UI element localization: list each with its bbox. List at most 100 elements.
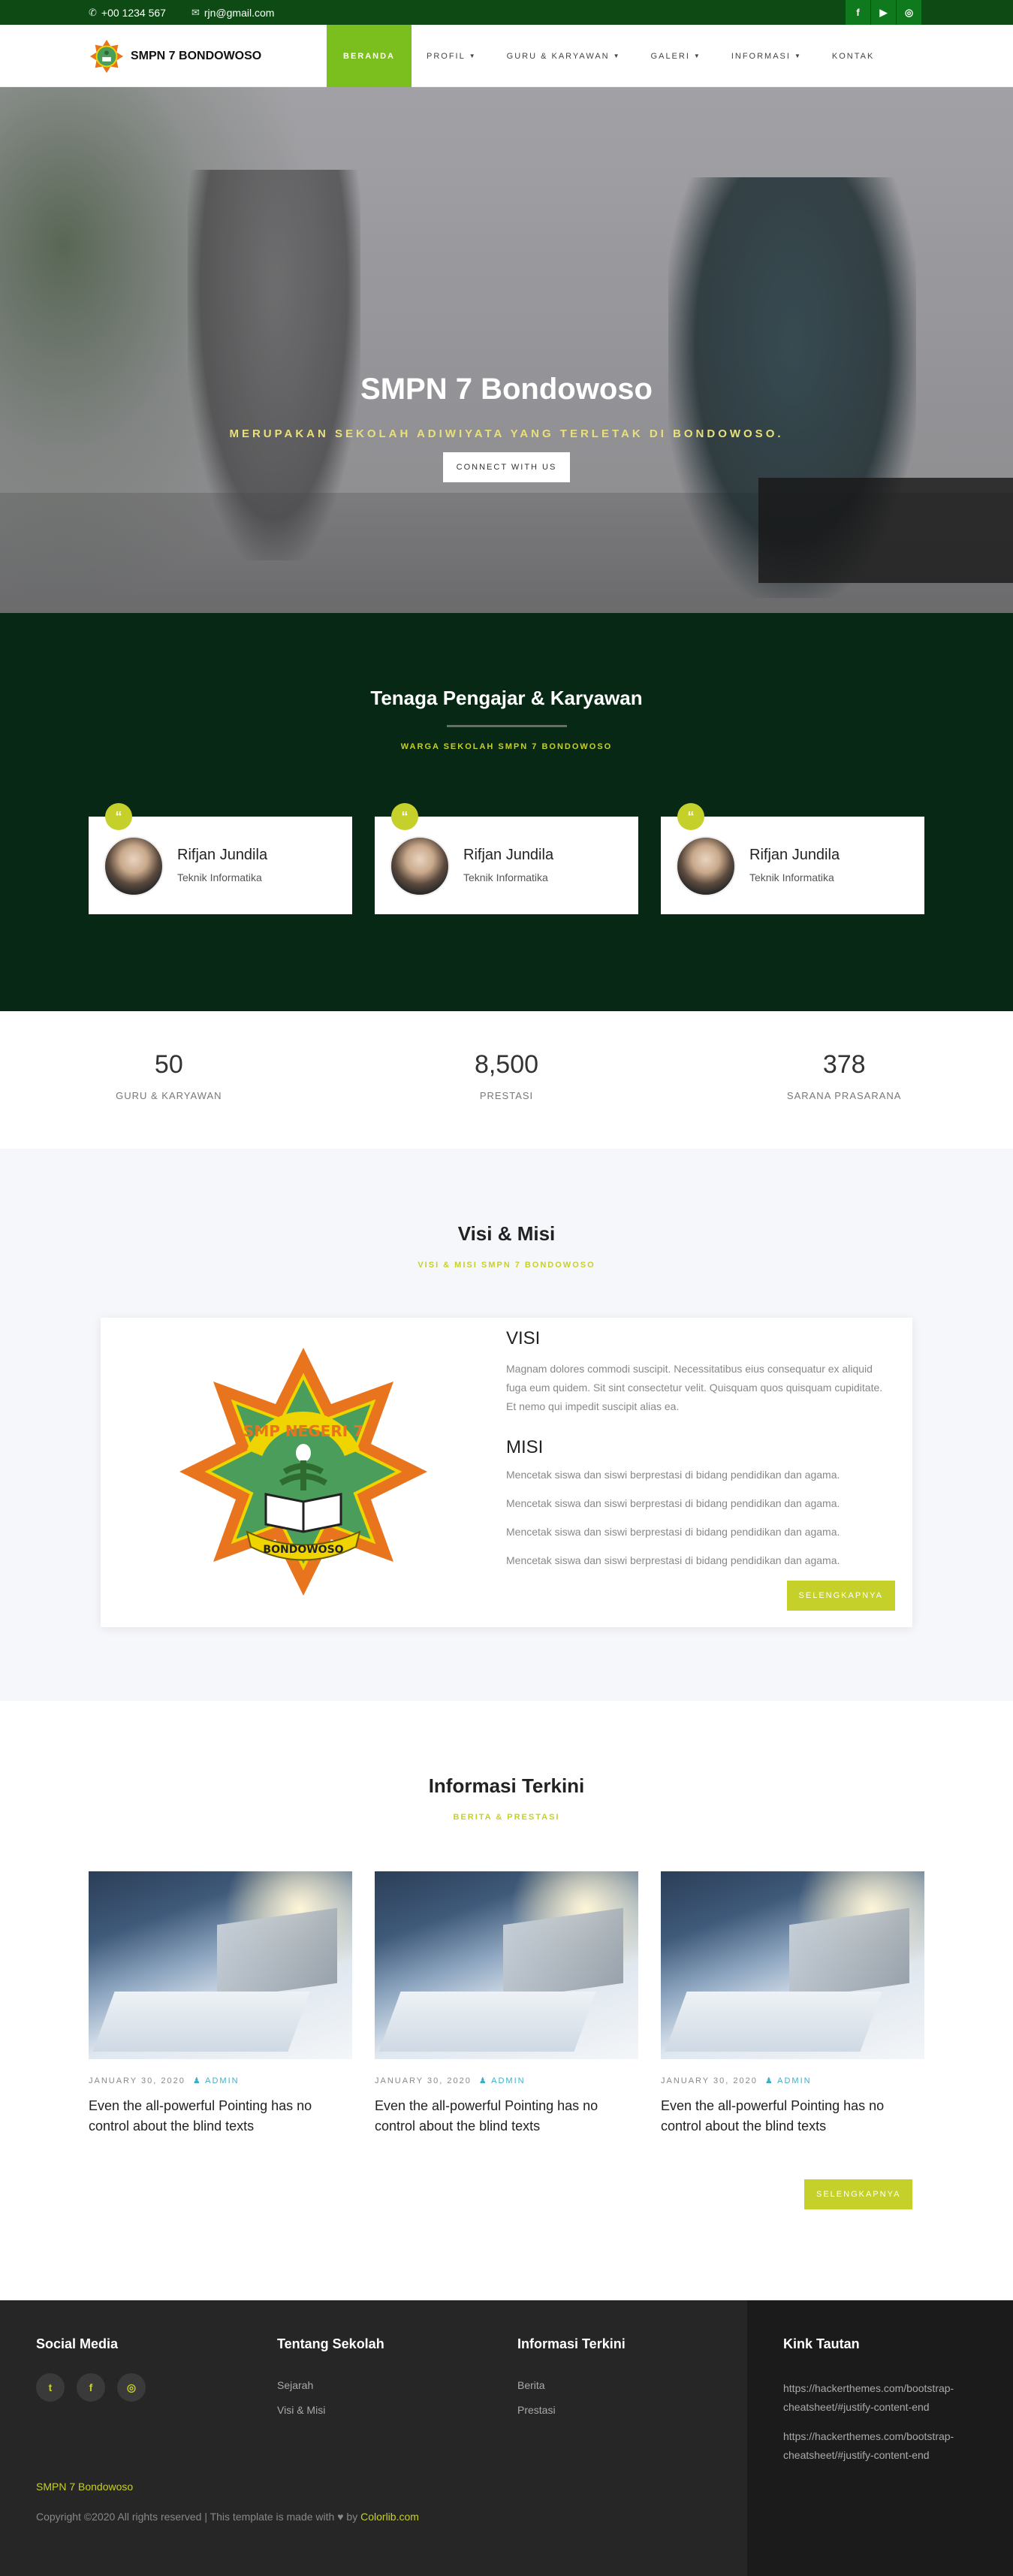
nav-label: GURU & KARYAWAN	[506, 51, 610, 61]
footer-external-link[interactable]: https://hackerthemes.com/bootstrap-cheat…	[783, 2427, 993, 2465]
copyright-by: by	[346, 2511, 358, 2523]
facebook-icon[interactable]: f	[77, 2373, 105, 2402]
nav-label: PROFIL	[427, 51, 466, 61]
news-subtitle: BERITA & PRESTASI	[453, 1813, 560, 1822]
news-date[interactable]: JANUARY 30, 2020	[661, 2076, 758, 2085]
news-card[interactable]: JANUARY 30, 2020 ♟ ADMIN Even the all-pow…	[375, 1871, 638, 2137]
visi-misi-section: Visi & Misi VISI & MISI SMPN 7 BONDOWOSO…	[0, 1149, 1013, 1701]
footer-info: Informasi Terkini Berita Prestasi	[517, 2336, 626, 2416]
instagram-icon[interactable]: ◎	[896, 0, 921, 25]
news-more-button[interactable]: SELENGKAPNYA	[804, 2179, 913, 2209]
counter-label: GURU & KARYAWAN	[116, 1090, 222, 1101]
quote-icon: “	[677, 803, 704, 830]
staff-cards: “ Rifjan Jundila Teknik Informatika “ Ri…	[89, 803, 924, 914]
avatar	[390, 836, 450, 896]
nav-label: BERANDA	[343, 51, 395, 61]
staff-role: Teknik Informatika	[749, 871, 834, 883]
phone-text: +00 1234 567	[101, 6, 166, 19]
navbar: SMPN 7 BONDOWOSO BERANDA PROFIL ▼ GURU & …	[0, 25, 1013, 87]
email-item[interactable]: ✉ rjn@gmail.com	[191, 7, 274, 19]
news-date[interactable]: JANUARY 30, 2020	[375, 2076, 472, 2085]
staff-card[interactable]: “ Rifjan Jundila Teknik Informatika	[89, 803, 352, 914]
caret-down-icon: ▼	[794, 53, 802, 59]
footer-link-berita[interactable]: Berita	[517, 2379, 626, 2391]
visi-misi-more-button[interactable]: SELENGKAPNYA	[786, 1581, 895, 1611]
news-meta: JANUARY 30, 2020 ♟ ADMIN	[375, 2076, 638, 2085]
visi-misi-subtitle: VISI & MISI SMPN 7 BONDOWOSO	[418, 1261, 595, 1270]
news-card-title[interactable]: Even the all-powerful Pointing has no co…	[89, 2096, 352, 2137]
news-date[interactable]: JANUARY 30, 2020	[89, 2076, 185, 2085]
caret-down-icon: ▼	[469, 53, 477, 59]
avatar	[104, 836, 164, 896]
news-title: Informasi Terkini	[428, 1774, 585, 1797]
news-author[interactable]: ♟ ADMIN	[193, 2076, 240, 2085]
footer-link-prestasi[interactable]: Prestasi	[517, 2404, 626, 2416]
footer-link-visi-misi[interactable]: Visi & Misi	[277, 2404, 384, 2416]
quote-icon: “	[391, 803, 418, 830]
counter-sarana: 378 SARANA PRASARANA	[675, 1011, 1013, 1149]
nav-label: KONTAK	[831, 51, 875, 61]
staff-name: Rifjan Jundila	[463, 847, 554, 863]
hero-overlay	[0, 87, 1013, 613]
avatar	[676, 836, 736, 896]
news-section: Informasi Terkini BERITA & PRESTASI JANU…	[0, 1701, 1013, 2300]
footer-about-title: Tentang Sekolah	[277, 2336, 384, 2351]
news-card-title[interactable]: Even the all-powerful Pointing has no co…	[661, 2096, 924, 2137]
news-card[interactable]: JANUARY 30, 2020 ♟ ADMIN Even the all-pow…	[661, 1871, 924, 2137]
hero-content: SMPN 7 Bondowoso MERUPAKAN SEKOLAH ADIWI…	[0, 373, 1013, 482]
phone-item[interactable]: ✆ +00 1234 567	[89, 7, 166, 19]
counter-label: PRESTASI	[479, 1090, 534, 1101]
facebook-icon[interactable]: f	[845, 0, 870, 25]
staff-name: Rifjan Jundila	[749, 847, 840, 863]
news-card-title[interactable]: Even the all-powerful Pointing has no co…	[375, 2096, 638, 2137]
staff-section: Tenaga Pengajar & Karyawan WARGA SEKOLAH…	[0, 613, 1013, 1011]
news-image[interactable]	[89, 1871, 352, 2059]
footer-external-link[interactable]: https://hackerthemes.com/bootstrap-cheat…	[783, 2379, 993, 2417]
visi-heading: VISI	[506, 1328, 541, 1348]
misi-item: Mencetak siswa dan siswi berprestasi di …	[506, 1469, 840, 1481]
visi-misi-card: SMP NEGERI 7 BONDOWOSO VISI Magnam dolor…	[101, 1318, 912, 1627]
news-meta: JANUARY 30, 2020 ♟ ADMIN	[661, 2076, 924, 2085]
visi-misi-title: Visi & Misi	[457, 1222, 556, 1245]
school-logo-icon	[89, 39, 124, 74]
misi-item: Mencetak siswa dan siswi berprestasi di …	[506, 1526, 840, 1538]
hero-title: SMPN 7 Bondowoso	[360, 373, 653, 406]
staff-role: Teknik Informatika	[463, 871, 548, 883]
brand-link[interactable]: SMPN 7 BONDOWOSO	[89, 38, 261, 74]
counter-value: 8,500	[474, 1050, 539, 1079]
mail-icon: ✉	[191, 6, 200, 18]
staff-card[interactable]: “ Rifjan Jundila Teknik Informatika	[661, 803, 924, 914]
top-social-links: f ▶ ◎	[845, 0, 921, 25]
colorlib-link[interactable]: Colorlib.com	[360, 2511, 419, 2523]
author-name: ADMIN	[777, 2076, 812, 2085]
nav-kontak[interactable]: KONTAK	[817, 25, 889, 87]
counters-section: 50 GURU & KARYAWAN 8,500 PRESTASI 378 SA…	[0, 1011, 1013, 1149]
news-image[interactable]	[375, 1871, 638, 2059]
nav-profil[interactable]: PROFIL ▼	[412, 25, 492, 87]
nav-beranda[interactable]: BERANDA	[327, 25, 412, 87]
author-name: ADMIN	[205, 2076, 240, 2085]
footer-brand[interactable]: SMPN 7 Bondowoso	[36, 2481, 133, 2493]
heart-icon: ♥	[337, 2511, 344, 2523]
nav-informasi[interactable]: INFORMASI ▼	[716, 25, 817, 87]
news-card[interactable]: JANUARY 30, 2020 ♟ ADMIN Even the all-pow…	[89, 1871, 352, 2137]
nav-guru-karyawan[interactable]: GURU & KARYAWAN ▼	[492, 25, 636, 87]
visi-misi-text: VISI Magnam dolores commodi suscipit. Ne…	[506, 1328, 889, 1566]
counter-label: SARANA PRASARANA	[786, 1090, 902, 1101]
news-author[interactable]: ♟ ADMIN	[765, 2076, 812, 2085]
youtube-icon[interactable]: ▶	[870, 0, 896, 25]
connect-button[interactable]: CONNECT WITH US	[442, 452, 571, 482]
instagram-icon[interactable]: ◎	[117, 2373, 146, 2402]
staff-card[interactable]: “ Rifjan Jundila Teknik Informatika	[375, 803, 638, 914]
email-text: rjn@gmail.com	[204, 6, 275, 19]
news-author[interactable]: ♟ ADMIN	[479, 2076, 526, 2085]
nav-label: GALERI	[650, 51, 690, 61]
nav-galeri[interactable]: GALERI ▼	[636, 25, 716, 87]
counter-prestasi: 8,500 PRESTASI	[338, 1011, 676, 1149]
phone-icon: ✆	[89, 6, 97, 18]
brand-name: SMPN 7 BONDOWOSO	[131, 50, 262, 62]
news-image[interactable]	[661, 1871, 924, 2059]
twitter-icon[interactable]: t	[36, 2373, 65, 2402]
footer-link-sejarah[interactable]: Sejarah	[277, 2379, 384, 2391]
footer-links-title: Kink Tautan	[783, 2336, 860, 2351]
